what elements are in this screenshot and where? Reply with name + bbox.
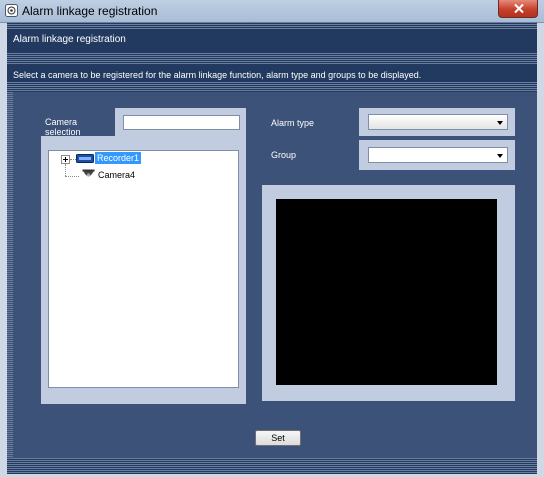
tree-node-label[interactable]: Recorder1 bbox=[95, 152, 142, 164]
app-icon bbox=[5, 4, 18, 17]
chevron-down-icon[interactable] bbox=[497, 121, 503, 125]
window-title: Alarm linkage registration bbox=[22, 4, 158, 18]
decorative-stripes bbox=[7, 53, 537, 64]
alarm-type-row: Alarm type bbox=[262, 108, 515, 136]
dialog-client-area: Alarm linkage registration Select a came… bbox=[7, 22, 537, 474]
group-label-box: Group bbox=[262, 140, 359, 170]
group-select[interactable] bbox=[368, 147, 508, 163]
alarm-type-label: Alarm type bbox=[271, 118, 315, 128]
expand-icon[interactable] bbox=[61, 155, 70, 164]
camera-search-input[interactable] bbox=[123, 115, 240, 130]
title-bar[interactable]: Alarm linkage registration bbox=[0, 0, 544, 23]
decorative-edge bbox=[7, 92, 13, 458]
decorative-stripes bbox=[7, 458, 537, 474]
close-button[interactable] bbox=[498, 0, 538, 18]
chevron-down-icon[interactable] bbox=[497, 154, 503, 158]
alarm-type-label-box: Alarm type bbox=[262, 108, 359, 136]
camera-selection-header: Camera selection bbox=[41, 108, 246, 137]
group-label: Group bbox=[271, 150, 297, 160]
decorative-stripes bbox=[7, 82, 537, 92]
decorative-stripes bbox=[7, 22, 537, 30]
close-icon bbox=[514, 3, 524, 14]
tree-node-camera[interactable]: Camera4 bbox=[49, 167, 229, 181]
page-title: Alarm linkage registration bbox=[13, 34, 126, 45]
set-button[interactable]: Set bbox=[255, 430, 301, 446]
alarm-type-select[interactable] bbox=[368, 114, 508, 130]
tree-node-recorder[interactable]: Recorder1 bbox=[49, 151, 229, 165]
tree-node-label[interactable]: Camera4 bbox=[98, 170, 135, 180]
video-preview bbox=[276, 199, 497, 385]
preview-frame bbox=[262, 185, 515, 401]
instruction-text: Select a camera to be registered for the… bbox=[13, 70, 422, 80]
camera-selection-label: Camera selection bbox=[45, 117, 81, 137]
alarm-linkage-window: Alarm linkage registration Alarm linkage… bbox=[0, 0, 544, 477]
group-row: Group bbox=[262, 140, 515, 170]
recorder-icon bbox=[76, 154, 94, 163]
camera-icon bbox=[82, 169, 95, 177]
camera-tree[interactable]: Recorder1 Camera4 bbox=[48, 150, 239, 388]
camera-selection-panel: Camera selection Recorder1 Camera4 bbox=[41, 108, 246, 404]
camera-selection-label-box: Camera selection bbox=[41, 108, 115, 137]
